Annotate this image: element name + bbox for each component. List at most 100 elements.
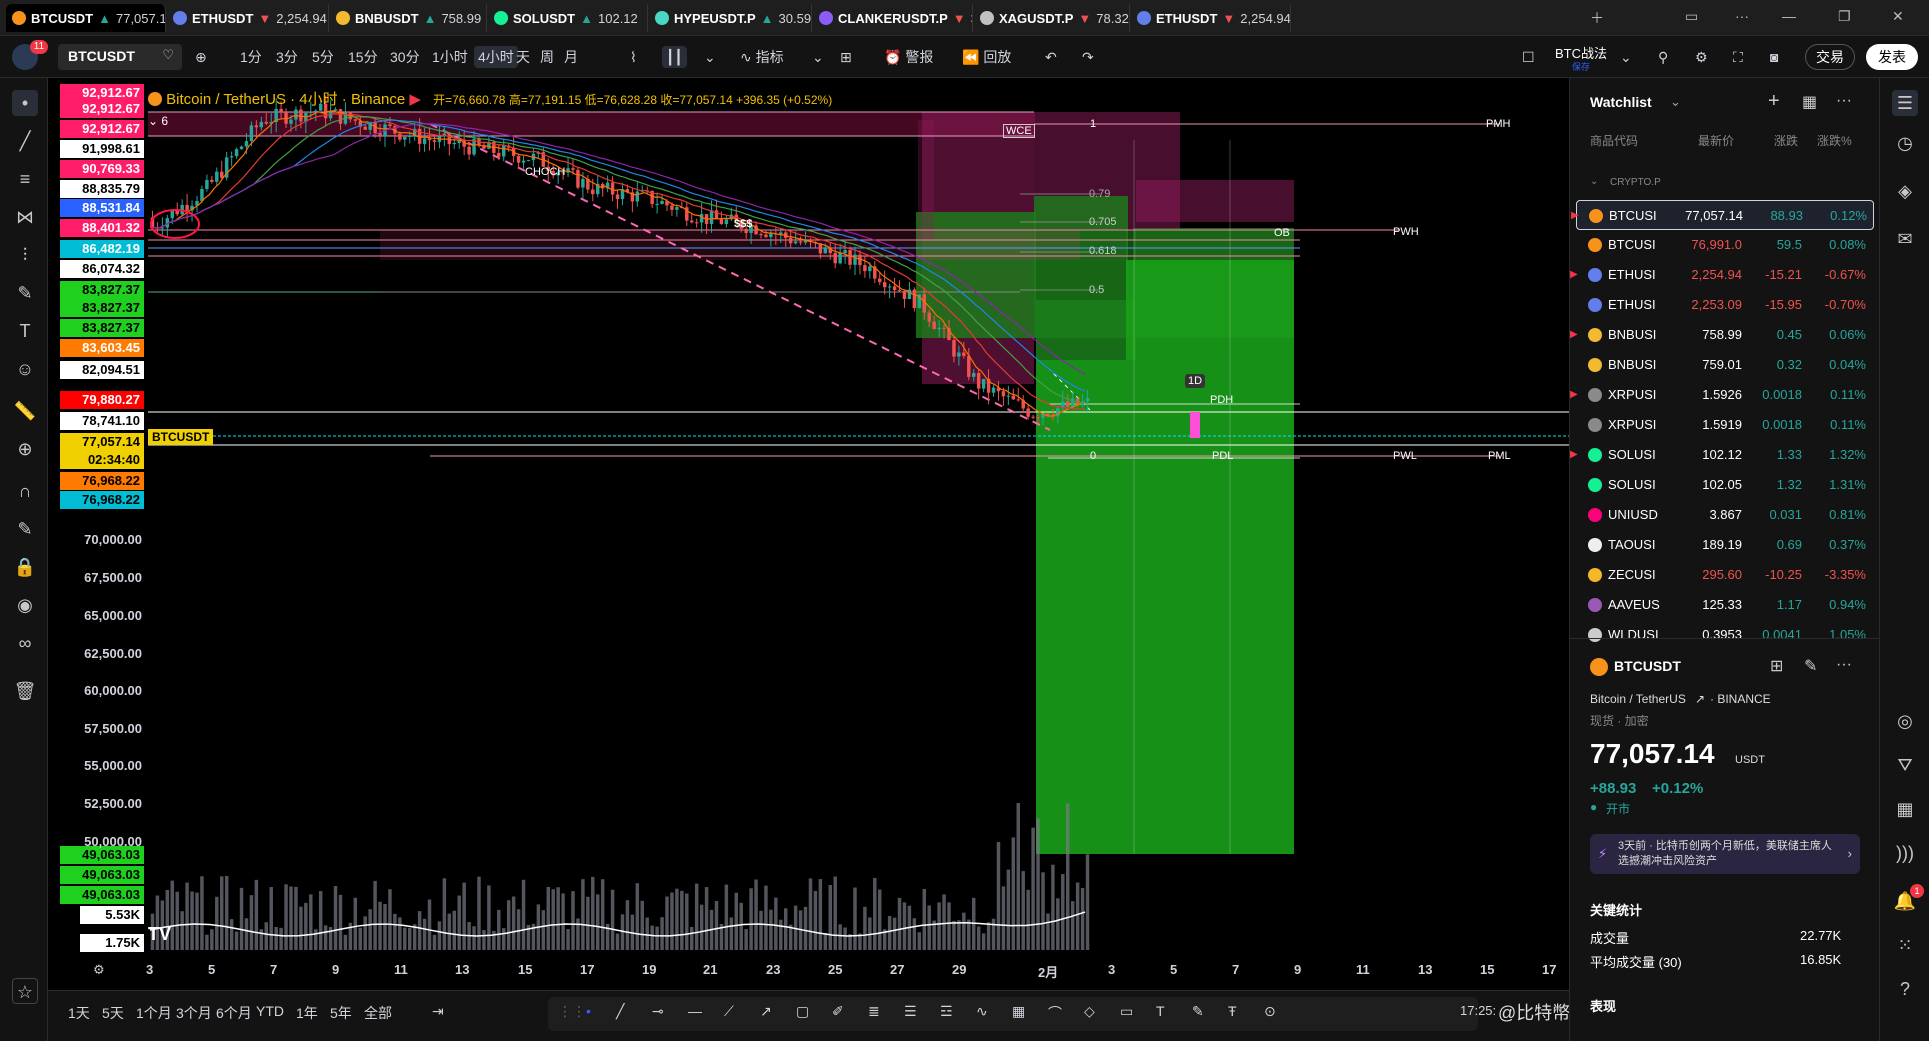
chevron-down-icon[interactable]: ⌄ bbox=[812, 46, 824, 68]
interval-8[interactable]: 周 bbox=[540, 46, 554, 68]
indicators-button[interactable]: ∿ 指标 bbox=[740, 46, 784, 68]
watchlist-row[interactable]: XRPUSI 1.5919 0.0018 0.11% bbox=[1576, 410, 1874, 440]
tab-ethusdt[interactable]: ETHUSDT▼2,254.94✕ bbox=[1131, 4, 1291, 32]
layers-icon[interactable]: ◈ bbox=[1892, 178, 1918, 204]
close-tab-icon[interactable]: ✕ bbox=[647, 10, 648, 26]
edit-icon[interactable]: ✎ bbox=[1804, 656, 1817, 676]
watchlist-row[interactable]: BNBUSI 759.01 0.32 0.04% bbox=[1576, 350, 1874, 380]
trade-button[interactable]: 交易 bbox=[1805, 44, 1855, 70]
pattern-icon[interactable]: ⋈ bbox=[12, 204, 38, 230]
watchlist-row[interactable]: AAVEUS 125.33 1.17 0.94% bbox=[1576, 590, 1874, 620]
flag-icon[interactable]: ▶ bbox=[1571, 201, 1579, 231]
range-8[interactable]: 全部 bbox=[364, 1003, 392, 1023]
add-compare-icon[interactable]: ⊕ bbox=[195, 46, 207, 68]
ruler-icon[interactable]: 📏 bbox=[12, 398, 38, 424]
shape-tool-icon[interactable]: ◇ bbox=[1084, 1003, 1095, 1020]
chevron-down-icon[interactable]: ⌄ bbox=[1670, 94, 1681, 110]
tab-btcusdt[interactable]: BTCUSDT▲77,057.14✕ bbox=[6, 4, 166, 32]
range-3[interactable]: 3个月 bbox=[176, 1003, 212, 1023]
dot-icon[interactable]: • bbox=[586, 1003, 591, 1019]
range-4[interactable]: 6个月 bbox=[216, 1003, 252, 1023]
note-tool-icon[interactable]: Ŧ bbox=[1228, 1003, 1237, 1019]
ideas-icon[interactable]: ⛛ bbox=[1892, 752, 1918, 778]
brush-tool-icon[interactable]: ✐ bbox=[832, 1003, 844, 1020]
time-axis-settings-icon[interactable]: ⚙ bbox=[93, 962, 105, 978]
interval-4[interactable]: 30分 bbox=[390, 46, 420, 68]
line-chart-icon[interactable]: ⌇ bbox=[630, 46, 637, 68]
chart-area[interactable] bbox=[48, 78, 1569, 984]
chart-canvas[interactable] bbox=[48, 78, 1569, 984]
redo-icon[interactable]: ↷ bbox=[1082, 46, 1094, 68]
cursor-icon[interactable]: • bbox=[12, 90, 38, 116]
minimize-icon[interactable]: — bbox=[1782, 8, 1796, 24]
col-symbol[interactable]: 商品代码 bbox=[1590, 132, 1638, 149]
text-icon[interactable]: T bbox=[12, 318, 38, 344]
watchlist-icon[interactable]: ☰ bbox=[1892, 90, 1918, 116]
detail-symbol[interactable]: BTCUSDT bbox=[1614, 658, 1681, 674]
watchlist-row[interactable]: ETHUSI 2,253.09 -15.95 -0.70% bbox=[1576, 290, 1874, 320]
col-price[interactable]: 最新价 bbox=[1698, 132, 1734, 149]
range-2[interactable]: 1个月 bbox=[136, 1003, 172, 1023]
emoji-icon[interactable]: ☺ bbox=[12, 356, 38, 382]
interval-3[interactable]: 15分 bbox=[348, 46, 378, 68]
range-0[interactable]: 1天 bbox=[68, 1003, 90, 1023]
trendline-icon[interactable]: ╱ bbox=[12, 128, 38, 154]
fib-tool-icon[interactable]: ≣ bbox=[868, 1003, 880, 1020]
compass-icon[interactable]: ◎ bbox=[1892, 708, 1918, 734]
quick-search-icon[interactable]: ⚲ bbox=[1658, 46, 1668, 68]
add-tab-icon[interactable]: ＋ bbox=[1590, 8, 1604, 28]
range-5[interactable]: YTD bbox=[256, 1003, 284, 1019]
chevron-down-icon[interactable]: ⌄ bbox=[1620, 46, 1632, 68]
magnet-icon[interactable]: ∩ bbox=[12, 478, 38, 504]
curve-tool-icon[interactable]: ⌒ bbox=[1048, 1003, 1062, 1023]
watchlist-row[interactable]: SOLUSI 102.05 1.32 1.31% bbox=[1576, 470, 1874, 500]
wave-tool-icon[interactable]: ∿ bbox=[976, 1003, 988, 1020]
interval-9[interactable]: 月 bbox=[564, 46, 578, 68]
col-change[interactable]: 涨跌 bbox=[1774, 132, 1798, 149]
publish-button[interactable]: 发表 bbox=[1866, 44, 1918, 70]
alert-button[interactable]: ⏰ 警报 bbox=[884, 46, 933, 68]
apps-icon[interactable]: ⁙ bbox=[1892, 932, 1918, 958]
position-tool-icon[interactable]: ☰ bbox=[904, 1003, 917, 1020]
broadcast-icon[interactable]: ))) bbox=[1892, 840, 1918, 866]
news-card[interactable]: ⚡ 3天前 · 比特币创两个月新低，美联储主席人选撼潮冲击风险资产 › bbox=[1590, 834, 1860, 874]
ray-tool-icon[interactable]: ⊸ bbox=[652, 1003, 664, 1020]
symbol-search[interactable]: BTCUSDT ♡ bbox=[58, 44, 182, 70]
more-icon[interactable]: ··· bbox=[1836, 656, 1852, 674]
trash-icon[interactable]: 🗑 bbox=[12, 678, 38, 704]
indicator-toggle[interactable]: ⌄ 6 bbox=[148, 114, 168, 128]
interval-5[interactable]: 1小时 bbox=[432, 46, 468, 68]
lock-drawing-icon[interactable]: ✎ bbox=[12, 516, 38, 542]
pen-tool-icon[interactable]: ✎ bbox=[1192, 1003, 1204, 1020]
settings-icon[interactable]: ⚙ bbox=[1695, 46, 1708, 68]
watchlist-row[interactable]: TAOUSI 189.19 0.69 0.37% bbox=[1576, 530, 1874, 560]
replay-button[interactable]: ⏪ 回放 bbox=[962, 46, 1011, 68]
fib-icon[interactable]: ≡ bbox=[12, 166, 38, 192]
heart-icon[interactable]: ♡ bbox=[162, 47, 174, 63]
flag-icon[interactable]: ▶ bbox=[1570, 260, 1578, 290]
favorites-icon[interactable]: ☆ bbox=[12, 978, 38, 1004]
watchlist-row[interactable]: ▶ XRPUSI 1.5926 0.0018 0.11% bbox=[1570, 380, 1874, 410]
lock-icon[interactable]: 🔒 bbox=[12, 554, 38, 580]
path-tool-icon[interactable]: ⟋ bbox=[724, 1003, 734, 1020]
tab-clankerusdt.p[interactable]: CLANKERUSDT.P▼33.✕ bbox=[813, 4, 973, 32]
watchlist-row[interactable]: BTCUSI 76,991.0 59.5 0.08% bbox=[1576, 230, 1874, 260]
interval-0[interactable]: 1分 bbox=[240, 46, 262, 68]
calendar-icon[interactable]: ▦ bbox=[1892, 796, 1918, 822]
grid-tool-icon[interactable]: ▦ bbox=[1012, 1003, 1025, 1020]
hline-tool-icon[interactable]: — bbox=[688, 1003, 702, 1019]
chat-icon[interactable]: ✉ bbox=[1892, 226, 1918, 252]
range-7[interactable]: 5年 bbox=[330, 1003, 352, 1023]
arrow-tool-icon[interactable]: ↗ bbox=[760, 1003, 772, 1020]
flag-icon[interactable]: ▶ bbox=[1570, 440, 1578, 470]
range-1[interactable]: 5天 bbox=[102, 1003, 124, 1023]
grid-icon[interactable]: ⊞ bbox=[1770, 656, 1783, 676]
tab-solusdt[interactable]: SOLUSDT▲ 102.12 ✕ bbox=[488, 4, 648, 32]
undo-icon[interactable]: ↶ bbox=[1045, 46, 1057, 68]
watchlist-row[interactable]: UNIUSD 3.867 0.031 0.81% bbox=[1576, 500, 1874, 530]
watchlist-row[interactable]: ▶ BTCUSI 77,057.14 88.93 0.12% bbox=[1571, 200, 1874, 230]
group-name[interactable]: CRYPTO.P bbox=[1610, 177, 1661, 188]
brush-icon[interactable]: ✎ bbox=[12, 280, 38, 306]
flag-icon[interactable]: ▶ bbox=[1570, 320, 1578, 350]
layout-checkbox-icon[interactable]: ☐ bbox=[1522, 46, 1535, 68]
